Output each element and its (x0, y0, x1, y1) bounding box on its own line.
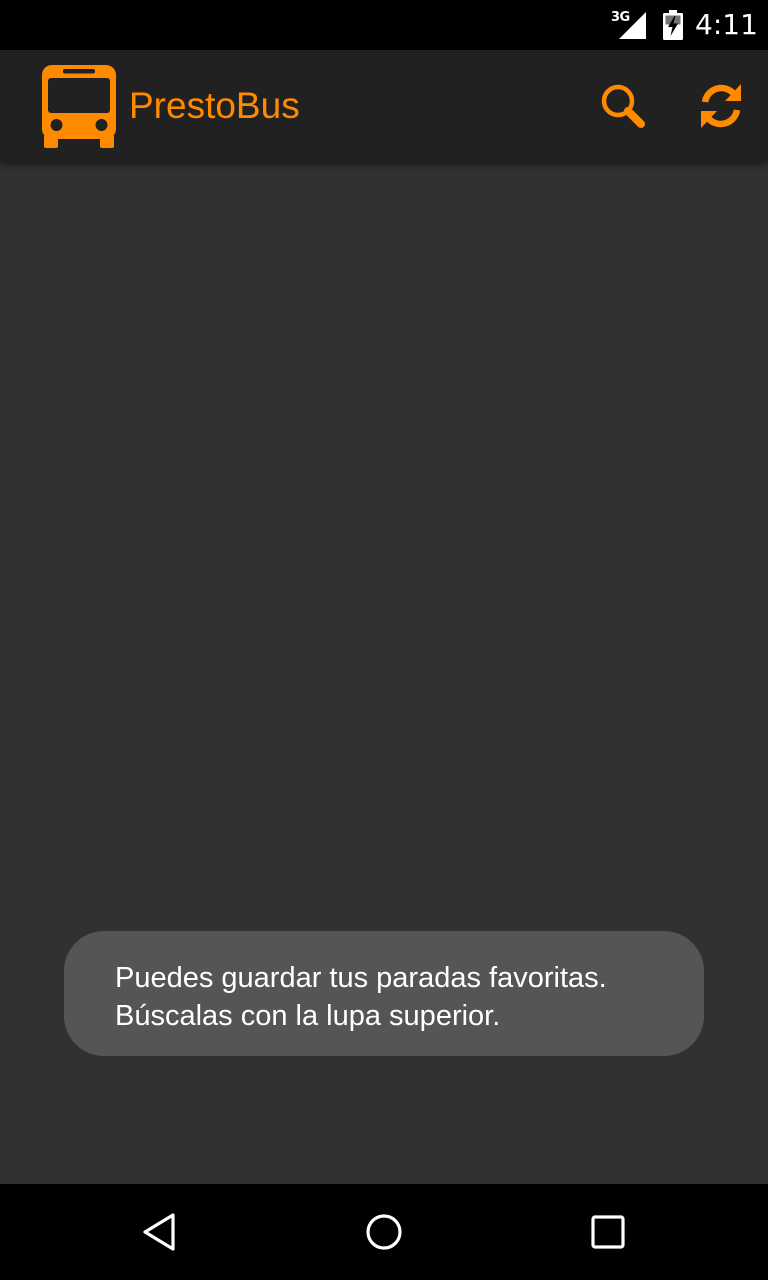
search-icon (601, 84, 645, 128)
toast-message: Puedes guardar tus paradas favoritas. Bú… (64, 931, 704, 1056)
home-icon (366, 1214, 402, 1250)
toast-line-2: Búscalas con la lupa superior. (115, 1000, 501, 1032)
status-bar: 3G 4:11 (0, 0, 768, 50)
signal-icon (619, 12, 646, 39)
home-button[interactable] (344, 1192, 424, 1272)
toast-line-1: Puedes guardar tus paradas favoritas. (115, 962, 607, 994)
bus-icon (42, 65, 116, 148)
back-button[interactable] (120, 1192, 200, 1272)
navigation-bar (0, 1184, 768, 1280)
refresh-icon (701, 84, 741, 128)
clock: 4:11 (695, 8, 758, 41)
app-bar: PrestoBus (0, 50, 768, 162)
battery-charging-icon (663, 10, 683, 40)
recents-button[interactable] (568, 1192, 648, 1272)
recents-icon (591, 1215, 625, 1249)
back-icon (143, 1213, 175, 1251)
app-title: PrestoBus (129, 85, 300, 126)
search-button[interactable] (583, 66, 663, 146)
refresh-button[interactable] (681, 66, 761, 146)
